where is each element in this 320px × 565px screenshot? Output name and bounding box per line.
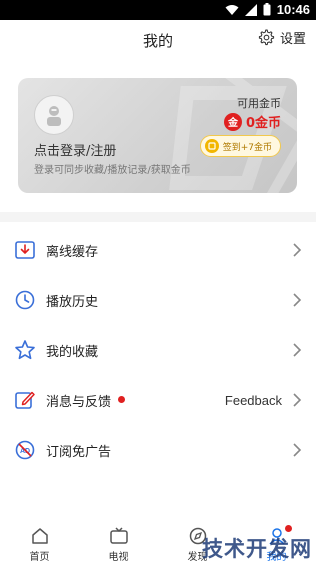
- coin-small-icon: [204, 139, 219, 153]
- status-time: 10:46: [276, 2, 310, 17]
- coin-amount: 0金币: [245, 116, 281, 131]
- signal-icon: [244, 3, 257, 16]
- gear-icon: [258, 29, 275, 46]
- battery-icon: [263, 3, 271, 16]
- coin-icon: 金: [223, 112, 242, 131]
- menu-label: 我的收藏: [46, 344, 99, 360]
- menu-item-play-history[interactable]: 播放历史: [0, 275, 316, 325]
- tab-tv[interactable]: 电视: [79, 520, 158, 565]
- menu-label: 订阅免广告: [46, 444, 112, 460]
- chevron-right-icon: [293, 343, 302, 357]
- status-bar: 10:46: [0, 0, 316, 20]
- wifi-icon: [225, 4, 239, 15]
- status-indicators: 10:46: [225, 2, 310, 17]
- menu-item-offline-cache[interactable]: 离线缓存: [0, 225, 316, 275]
- settings-button[interactable]: 设置: [258, 28, 306, 47]
- menu-label: 离线缓存: [46, 244, 99, 260]
- section-divider: [0, 212, 316, 222]
- menu-item-favorites[interactable]: 我的收藏: [0, 325, 316, 375]
- login-register-link[interactable]: 点击登录/注册: [34, 140, 116, 159]
- tv-icon: [109, 527, 128, 544]
- notification-dot: [285, 525, 292, 532]
- login-card[interactable]: 点击登录/注册 登录可同步收藏/播放记录/获取金币 可用金币 金 0金币 签到+…: [18, 78, 297, 193]
- chevron-right-icon: [293, 243, 302, 257]
- home-icon: [31, 528, 48, 544]
- menu-label: 消息与反馈: [46, 394, 112, 410]
- tab-label: 电视: [108, 552, 129, 563]
- coin-label: 可用金币: [237, 97, 281, 110]
- clock-icon: [15, 290, 35, 310]
- chevron-right-icon: [293, 443, 302, 457]
- watermark: 技术开发网: [202, 537, 312, 561]
- coin-balance: 金 0金币: [223, 112, 281, 131]
- checkin-label: 签到+7金币: [222, 142, 272, 153]
- edit-icon: [15, 391, 35, 409]
- chevron-right-icon: [293, 293, 302, 307]
- settings-label: 设置: [279, 32, 306, 47]
- star-icon: [15, 340, 35, 360]
- menu-item-feedback[interactable]: 消息与反馈 Feedback: [0, 375, 316, 425]
- menu-item-subscribe-ad-free[interactable]: AD 订阅免广告: [0, 425, 316, 475]
- menu-value: Feedback: [224, 392, 282, 408]
- chevron-right-icon: [293, 393, 302, 407]
- user-avatar-icon: [47, 106, 61, 126]
- tab-label: 首页: [29, 552, 50, 563]
- page-header: 我的 设置: [0, 20, 316, 60]
- tab-home[interactable]: 首页: [0, 520, 79, 565]
- menu-label: 播放历史: [46, 294, 99, 310]
- login-hint: 登录可同步收藏/播放记录/获取金币: [34, 165, 191, 176]
- no-ad-icon: AD: [15, 440, 35, 460]
- checkin-button[interactable]: 签到+7金币: [199, 135, 281, 157]
- settings-menu: 离线缓存 播放历史 我的收藏 消息与反馈 Feedback AD 订阅免广告: [0, 225, 316, 475]
- avatar[interactable]: [34, 95, 74, 135]
- download-icon: [15, 241, 35, 259]
- notification-dot: [118, 396, 125, 403]
